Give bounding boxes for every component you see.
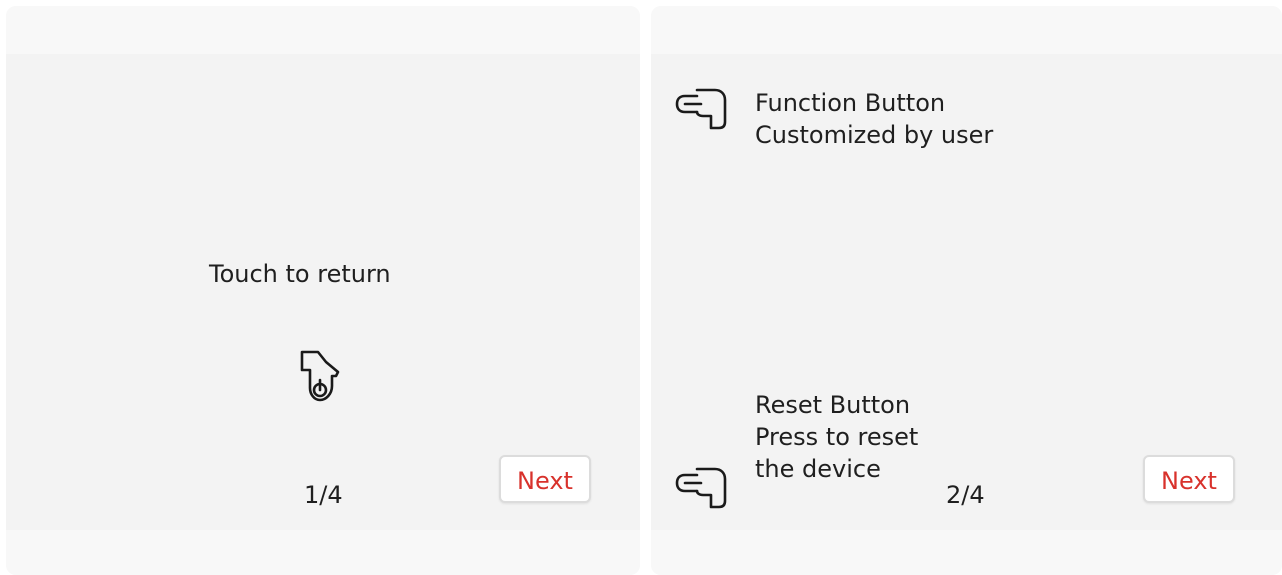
function-button-title: Function Button xyxy=(755,89,946,117)
touch-to-return-text: Touch to return xyxy=(209,260,391,288)
tap-finger-icon xyxy=(296,346,346,410)
status-band xyxy=(651,6,1282,54)
reset-button-description-line1: Press to reset xyxy=(755,423,919,451)
pointing-hand-icon xyxy=(675,461,735,509)
page-indicator: 1/4 xyxy=(304,481,343,509)
bottom-band xyxy=(6,530,640,575)
reset-button-title: Reset Button xyxy=(755,391,911,419)
next-button[interactable]: Next xyxy=(1143,455,1235,503)
reset-button-description-line2: the device xyxy=(755,455,881,483)
status-band xyxy=(6,6,640,54)
guide-screen-1: Touch to return 1/4 Next xyxy=(6,6,640,575)
pointing-hand-icon xyxy=(675,82,735,130)
page-indicator: 2/4 xyxy=(946,481,985,509)
function-button-description: Customized by user xyxy=(755,121,994,149)
bottom-band xyxy=(651,530,1282,575)
next-button[interactable]: Next xyxy=(499,455,591,503)
guide-screen-2: Function Button Customized by user Reset… xyxy=(651,6,1282,575)
